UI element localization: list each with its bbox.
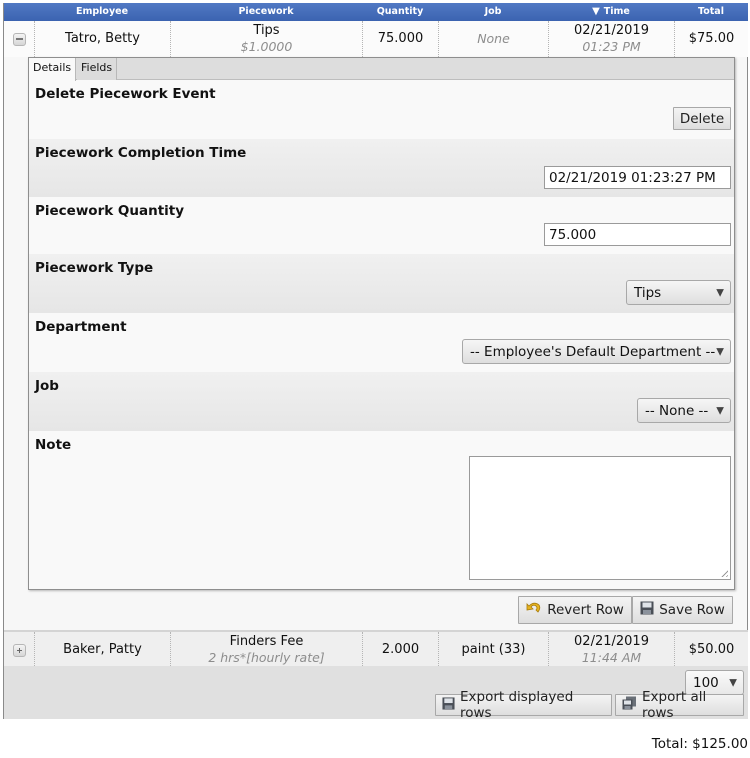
piecework-rate: 2 hrs*[hourly rate] <box>208 650 325 665</box>
time-cell: 02/21/2019 11:44 AM <box>548 632 674 668</box>
note-section: Note <box>29 431 734 589</box>
header-toggle-col <box>4 3 34 21</box>
job-cell: None <box>438 21 548 57</box>
dropdown-arrow-icon: ▼ <box>716 405 724 416</box>
employee-name: Baker, Patty <box>63 642 142 657</box>
total-value: $75.00 <box>688 31 735 46</box>
tab-details[interactable]: Details <box>29 58 77 81</box>
delete-section: Delete Piecework Event Delete <box>29 80 734 139</box>
time-cell: 02/21/2019 01:23 PM <box>548 21 674 57</box>
header-time[interactable]: ▼ Time <box>548 3 674 21</box>
delete-label: Delete Piecework Event <box>35 86 216 102</box>
export-displayed-button[interactable]: Export displayed rows <box>435 689 612 721</box>
header-time-label: Time <box>603 6 630 17</box>
quantity-section: Piecework Quantity 75.000 <box>29 197 734 254</box>
sort-desc-icon: ▼ <box>592 6 600 17</box>
total-cell: $75.00 <box>674 21 748 57</box>
tab-fields[interactable]: Fields <box>77 58 118 80</box>
total-cell: $50.00 <box>674 632 748 668</box>
type-select[interactable]: Tips ▼ <box>626 280 731 305</box>
piecework-name: Finders Fee <box>229 634 304 649</box>
employee-cell: Baker, Patty <box>34 632 170 668</box>
type-label: Piecework Type <box>35 260 154 276</box>
quantity-cell: 75.000 <box>362 21 438 57</box>
grid-header: Employee Piecework Quantity Job ▼ Time To… <box>4 3 748 21</box>
save-row-label: Save Row <box>659 602 725 618</box>
employee-cell: Tatro, Betty <box>34 21 170 57</box>
piecework-cell: Tips $1.0000 <box>170 21 362 57</box>
header-employee[interactable]: Employee <box>34 3 170 21</box>
completion-time-section: Piecework Completion Time 02/21/2019 01:… <box>29 139 734 197</box>
detail-tabs: Details Fields <box>29 58 734 81</box>
department-selected: -- Employee's Default Department -- <box>470 343 716 360</box>
type-section: Piecework Type Tips ▼ <box>29 254 734 313</box>
job-select[interactable]: -- None -- ▼ <box>637 398 731 423</box>
job-cell: paint (33) <box>438 632 548 668</box>
collapse-minus-icon[interactable] <box>12 32 26 46</box>
dropdown-arrow-icon: ▼ <box>716 346 724 357</box>
multi-floppy-icon <box>622 696 637 714</box>
job-section: Job -- None -- ▼ <box>29 372 734 431</box>
note-textarea[interactable] <box>469 456 731 580</box>
completion-time-label: Piecework Completion Time <box>35 145 247 161</box>
export-all-label: Export all rows <box>642 689 707 721</box>
header-total[interactable]: Total <box>674 3 748 21</box>
quantity-value: 75.000 <box>377 31 424 46</box>
table-row[interactable]: Baker, Patty Finders Fee 2 hrs*[hourly r… <box>4 630 748 668</box>
export-displayed-label: Export displayed rows <box>460 689 574 721</box>
piecework-grid: Employee Piecework Quantity Job ▼ Time To… <box>3 3 748 721</box>
revert-row-button[interactable]: Revert Row <box>518 596 632 624</box>
piecework-rate: $1.0000 <box>240 39 293 54</box>
department-label: Department <box>35 319 127 335</box>
department-section: Department -- Employee's Default Departm… <box>29 313 734 372</box>
grand-total: Total: $125.00 <box>651 736 748 752</box>
total-value: $50.00 <box>688 642 735 657</box>
floppy-disk-icon <box>640 601 654 619</box>
revert-row-label: Revert Row <box>547 602 624 618</box>
quantity-input[interactable]: 75.000 <box>544 223 731 246</box>
type-selected: Tips <box>634 284 662 301</box>
header-piecework[interactable]: Piecework <box>170 3 362 21</box>
quantity-value: 2.000 <box>381 642 420 657</box>
header-quantity[interactable]: Quantity <box>362 3 438 21</box>
quantity-cell: 2.000 <box>362 632 438 668</box>
completion-time-input[interactable]: 02/21/2019 01:23:27 PM <box>544 166 731 189</box>
department-select[interactable]: -- Employee's Default Department -- ▼ <box>462 339 731 364</box>
undo-arrow-icon <box>526 601 542 619</box>
job-label: Job <box>35 378 59 394</box>
date-value: 02/21/2019 <box>574 634 649 649</box>
employee-name: Tatro, Betty <box>65 31 140 46</box>
dropdown-arrow-icon: ▼ <box>729 677 737 688</box>
piecework-cell: Finders Fee 2 hrs*[hourly rate] <box>170 632 362 668</box>
job-selected: -- None -- <box>645 402 709 419</box>
date-value: 02/21/2019 <box>574 23 649 38</box>
note-label: Note <box>35 437 72 453</box>
resize-grip-icon[interactable] <box>719 568 728 577</box>
expand-plus-icon[interactable] <box>12 643 26 657</box>
grid-footer: 100 ▼ Export displayed rows Export all r… <box>4 666 748 721</box>
dropdown-arrow-icon: ▼ <box>716 287 724 298</box>
delete-button[interactable]: Delete <box>673 107 731 130</box>
job-value: None <box>477 31 510 46</box>
time-value: 01:23 PM <box>582 39 641 54</box>
export-all-button[interactable]: Export all rows <box>615 689 744 721</box>
row-toggle-cell[interactable] <box>4 21 34 57</box>
table-row[interactable]: Tatro, Betty Tips $1.0000 75.000 None 02… <box>4 21 748 57</box>
time-value: 11:44 AM <box>581 650 642 665</box>
header-job[interactable]: Job <box>438 3 548 21</box>
job-value: paint (33) <box>461 642 526 657</box>
save-row-button[interactable]: Save Row <box>632 596 733 624</box>
piecework-name: Tips <box>253 23 280 38</box>
quantity-label: Piecework Quantity <box>35 203 185 219</box>
floppy-disk-icon <box>442 696 455 714</box>
row-toggle-cell[interactable] <box>4 632 34 668</box>
row-detail-panel: Details Fields Delete Piecework Event De… <box>28 57 735 590</box>
